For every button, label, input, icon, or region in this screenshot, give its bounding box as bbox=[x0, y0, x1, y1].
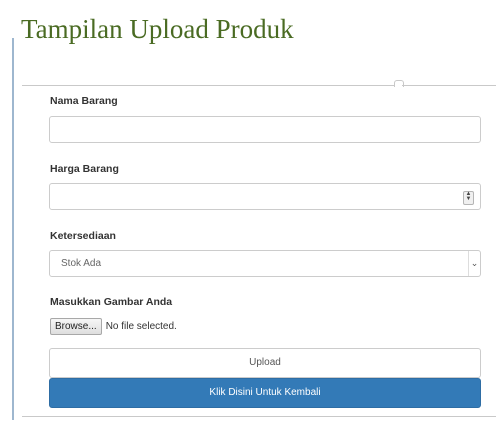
ketersediaan-selected-value: Stok Ada bbox=[61, 258, 102, 269]
left-accent-rule bbox=[12, 38, 14, 420]
panel-bottom-border bbox=[22, 416, 496, 417]
ketersediaan-select[interactable]: Stok Ada ⌄ bbox=[49, 250, 481, 277]
nama-barang-label: Nama Barang bbox=[50, 95, 118, 107]
upload-button[interactable]: Upload bbox=[49, 348, 481, 378]
ketersediaan-label: Ketersediaan bbox=[50, 230, 116, 242]
nama-barang-input[interactable] bbox=[49, 116, 481, 143]
chevron-down-icon[interactable]: ⌄ bbox=[468, 251, 480, 276]
browse-button[interactable]: Browse... bbox=[50, 317, 102, 335]
file-input[interactable]: Browse... No file selected. bbox=[50, 317, 177, 335]
gambar-label: Masukkan Gambar Anda bbox=[50, 296, 173, 308]
harga-barang-input[interactable]: ▲ ▼ bbox=[49, 183, 481, 210]
harga-barang-label: Harga Barang bbox=[50, 163, 119, 175]
panel-top-border bbox=[22, 85, 395, 86]
back-button[interactable]: Klik Disini Untuk Kembali bbox=[49, 378, 481, 408]
page-title: Tampilan Upload Produk bbox=[21, 14, 294, 44]
file-status: No file selected. bbox=[105, 320, 177, 332]
number-spinner-icon[interactable]: ▲ ▼ bbox=[463, 191, 474, 205]
panel-top-border-right bbox=[402, 85, 496, 86]
